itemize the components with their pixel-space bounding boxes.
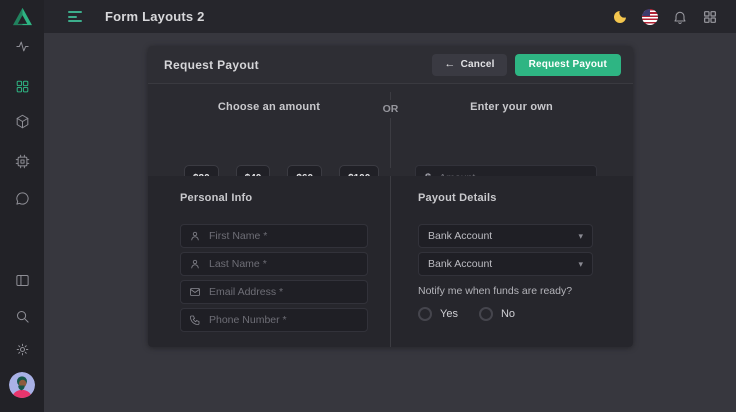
avatar-image: [9, 372, 35, 398]
columns-divider-line: [390, 176, 391, 347]
logo-triangle-icon: [12, 7, 33, 26]
sidebar-item-activity[interactable]: [0, 36, 44, 56]
personal-info-title: Personal Info: [180, 192, 368, 204]
request-payout-button[interactable]: Request Payout: [515, 54, 621, 76]
enter-your-own-label: Enter your own: [390, 101, 633, 113]
cube-icon: [15, 114, 30, 129]
radio-circle-icon: [418, 307, 432, 321]
activity-icon: [15, 39, 30, 54]
top-header: Form Layouts 2: [44, 0, 736, 33]
sidebar-item-settings[interactable]: [0, 339, 44, 359]
card-body: Personal Info Pa: [148, 176, 633, 347]
person-icon: [189, 258, 201, 270]
amount-section: Choose an amount Enter your own OR $20 $…: [148, 84, 633, 176]
language-us-flag-icon[interactable]: [641, 8, 658, 25]
email-icon: [189, 286, 201, 298]
sidebar-item-cube[interactable]: [0, 111, 44, 131]
sidebar-item-layout[interactable]: [0, 270, 44, 290]
radio-label: No: [501, 308, 515, 320]
radio-label: Yes: [440, 308, 458, 320]
radio-circle-icon: [479, 307, 493, 321]
personal-info-section: Personal Info: [180, 176, 368, 332]
menu-toggle-icon[interactable]: [68, 11, 83, 22]
sidebar: [0, 0, 44, 412]
payout-details-section: Payout Details Bank Account ▾ Bank Accou…: [418, 176, 593, 321]
cancel-button[interactable]: ← Cancel: [432, 54, 506, 76]
back-arrow-icon: ←: [444, 59, 455, 70]
chevron-down-icon: ▾: [578, 231, 583, 242]
theme-toggle-moon-icon[interactable]: [611, 8, 628, 25]
sidebar-item-grid[interactable]: [0, 76, 44, 96]
select-value: Bank Account: [428, 258, 578, 270]
app-logo[interactable]: [0, 0, 44, 33]
header-actions: [611, 8, 718, 25]
bank-account-select-1[interactable]: Bank Account ▾: [418, 224, 593, 248]
request-payout-card: Request Payout ← Cancel Request Payout C…: [148, 46, 633, 347]
sidebar-item-chat[interactable]: [0, 188, 44, 208]
search-icon: [15, 309, 30, 324]
payout-details-title: Payout Details: [418, 192, 593, 204]
radio-option-no[interactable]: No: [479, 307, 515, 321]
chat-bubble-icon: [15, 191, 30, 206]
first-name-input[interactable]: [209, 230, 359, 242]
phone-icon: [189, 314, 201, 326]
last-name-field: [180, 252, 368, 276]
request-payout-button-label: Request Payout: [529, 59, 607, 70]
page-title: Form Layouts 2: [105, 9, 205, 24]
notify-radio-group: Yes No: [418, 307, 593, 321]
radio-option-yes[interactable]: Yes: [418, 307, 458, 321]
phone-field: [180, 308, 368, 332]
first-name-field: [180, 224, 368, 248]
or-label: OR: [378, 100, 403, 118]
user-avatar[interactable]: [9, 372, 35, 398]
select-value: Bank Account: [428, 230, 578, 242]
email-input[interactable]: [209, 286, 359, 298]
card-title: Request Payout: [164, 58, 259, 72]
sidebar-item-search[interactable]: [0, 306, 44, 326]
email-field: [180, 280, 368, 304]
phone-input[interactable]: [209, 314, 359, 326]
layout-icon: [15, 273, 30, 288]
choose-amount-label: Choose an amount: [148, 101, 390, 113]
chevron-down-icon: ▾: [578, 259, 583, 270]
person-icon: [189, 230, 201, 242]
card-header: Request Payout ← Cancel Request Payout: [148, 46, 633, 84]
grid-icon: [15, 79, 30, 94]
cpu-icon: [15, 154, 30, 169]
notifications-bell-icon[interactable]: [671, 8, 688, 25]
notify-question-label: Notify me when funds are ready?: [418, 285, 593, 297]
last-name-input[interactable]: [209, 258, 359, 270]
gear-icon: [15, 342, 30, 357]
cancel-button-label: Cancel: [461, 59, 495, 70]
sidebar-item-cpu[interactable]: [0, 151, 44, 171]
apps-grid-icon[interactable]: [701, 8, 718, 25]
main-content: Request Payout ← Cancel Request Payout C…: [44, 33, 736, 412]
bank-account-select-2[interactable]: Bank Account ▾: [418, 252, 593, 276]
